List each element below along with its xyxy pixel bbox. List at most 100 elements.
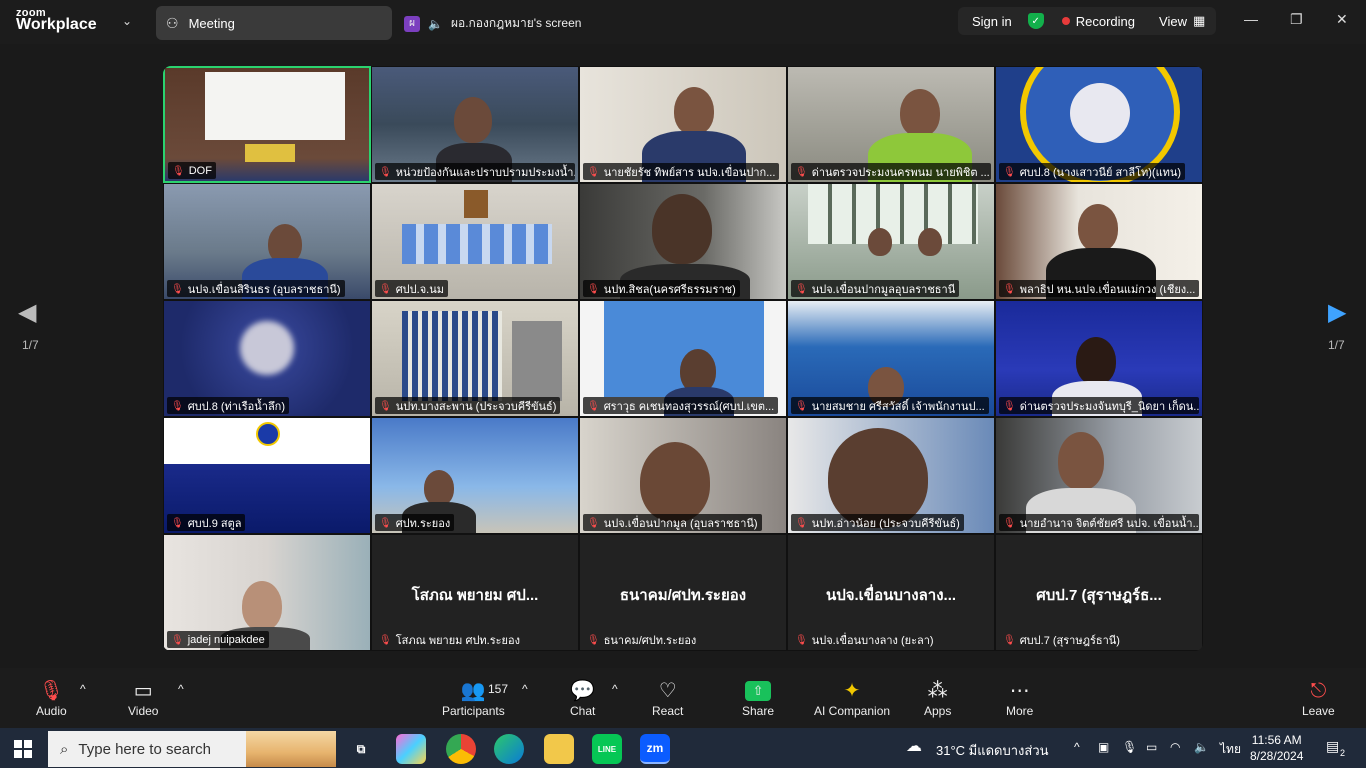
video-button[interactable]: ▭ Video [128,678,158,718]
participant-name: jadej nuipakdee [187,634,265,646]
react-label: React [652,704,684,718]
video-options-chevron-icon[interactable]: ^ [178,682,184,696]
view-button[interactable]: View ▦ [1159,13,1205,29]
task-view-icon[interactable]: ⧉ [346,734,376,764]
video-tile[interactable]: 🎙 นปจ.เขื่อนปากมูล (อุบลราชธานี) [579,417,787,534]
taskbar-search-box[interactable]: ⌕ Type here to search [48,731,336,767]
notification-icon[interactable]: ▤ [1326,738,1339,755]
participants-options-chevron-icon[interactable]: ^ [522,682,528,696]
video-tile[interactable]: 🎙 นปท.สิชล(นครศรีธรรมราช) [579,183,787,300]
participant-name: ศบป.8 (นางเสาวนีย์ สาลีโท)(แทน) [1019,167,1182,179]
taskbar-clock[interactable]: 11:56 AM 8/28/2024 [1250,732,1303,764]
video-tile[interactable]: 🎙 หน่วยป้องกันและปราบปรามประมงน้ำ... [371,66,579,183]
close-icon[interactable]: ✕ [1336,11,1348,28]
participant-name: ศบป.8 (ท่าเรือน้ำลึก) [187,401,286,413]
participants-icon: 👥 [460,680,486,702]
video-tile[interactable]: 🎙 นปจ.เขื่อนสิรินธร (อุบลราชธานี) [163,183,371,300]
recording-indicator[interactable]: Recording [1061,14,1135,29]
video-tile[interactable]: 🎙 นายสมชาย ศรีสวัสดิ์ เจ้าพนักงานป... [787,300,995,417]
meet-now-icon[interactable]: ▣ [1098,740,1109,754]
leave-button[interactable]: ⎋ Leave [1302,678,1335,718]
audio-button[interactable]: 🎙 Audio [36,678,67,718]
mic-off-icon: 🎙 [795,400,808,412]
battery-icon[interactable]: ▭ [1146,740,1157,754]
participant-display-name: นปจ.เขื่อนบางลาง... [825,587,957,604]
more-icon: ⋯ [1009,680,1030,702]
video-tile[interactable]: 🎙 ศบป.9 สตูล [163,417,371,534]
search-icon: ⌕ [60,740,69,758]
share-label: ผอ.กองกฎหมาย's screen [450,16,582,30]
minimize-icon[interactable]: — [1244,11,1258,27]
chrome-icon[interactable] [446,734,476,764]
share-button[interactable]: ⇧ Share [742,678,774,718]
video-tile[interactable]: 🎙 ศราวุธ คเชนทองสุวรรณ์(ศบป.เขต... [579,300,787,417]
next-page-icon[interactable]: ▶ [1328,298,1346,327]
video-tile[interactable]: โสภณ พยายม ศป... 🎙 โสภณ พยายม ศปท.ระยอง [371,534,579,651]
file-explorer-icon[interactable] [544,734,574,764]
chevron-down-icon[interactable]: ⌄ [122,14,132,28]
video-tile[interactable]: 🎙 นปจ.เขื่อนปากมูลอุบลราชธานี [787,183,995,300]
video-tile[interactable]: 🎙 ศบป.8 (ท่าเรือน้ำลึก) [163,300,371,417]
mic-off-icon: 🎙 [1003,400,1016,412]
react-button[interactable]: ♡ React [652,678,683,718]
shield-check-icon[interactable]: ✓ [1027,13,1044,29]
edge-icon[interactable] [494,734,524,764]
show-hidden-icons-chevron-icon[interactable]: ^ [1074,740,1080,754]
apps-button[interactable]: ⁂ Apps [924,678,951,718]
chat-options-chevron-icon[interactable]: ^ [612,682,618,696]
video-tile[interactable]: 🎙 ด่านตรวจประมงนครพนม นายพิชิต ... [787,66,995,183]
video-tile[interactable]: 🎙 ด่านตรวจประมงจันทบุรี_นิดยา เก็ดน... [995,300,1203,417]
people-icon: ⚇ [166,14,179,31]
mic-off-icon: 🎙 [587,517,600,529]
leave-door-icon: ⎋ [1310,680,1327,702]
video-tile[interactable]: 🎙 ศปท.ระยอง [371,417,579,534]
video-tile[interactable]: 🎙 นปท.บางสะพาน (ประจวบคีรีขันธ์) [371,300,579,417]
audio-options-chevron-icon[interactable]: ^ [80,682,86,696]
mic-off-icon: 🎙 [795,166,808,178]
video-tile[interactable]: 🎙 ศปป.จ.นม [371,183,579,300]
mic-off-icon: 🎙 [379,283,392,295]
video-tile[interactable]: 🎙 ศบป.8 (นางเสาวนีย์ สาลีโท)(แทน) [995,66,1203,183]
video-tile[interactable]: 🎙 jadej nuipakdee [163,534,371,651]
previous-page-icon[interactable]: ◀ [18,298,36,327]
gallery-grid: 🎙 DOF 🎙 หน่วยป้องกันและปราบปรามประมงน้ำ...… [163,66,1203,651]
page-indicator-right: 1/7 [1328,338,1345,352]
sign-in-link[interactable]: Sign in [972,14,1012,29]
weather-text[interactable]: 31°C มีแดดบางส่วน [936,740,1049,761]
participant-name-tag: 🎙 ศปท.ระยอง [375,514,455,531]
heart-icon: ♡ [658,680,677,702]
video-tile[interactable]: 🎙 พลาธิป หน.นปจ.เขื่อนแม่กวง (เชียง... [995,183,1203,300]
zoom-taskbar-icon[interactable]: zm [640,734,670,764]
screen-share-indicator[interactable]: ผ 🔈 ผอ.กองกฎหมาย's screen [404,14,581,33]
participant-name-tag: 🎙 นปจ.เขื่อนปากมูล (อุบลราชธานี) [583,514,762,531]
windows-start-icon[interactable] [14,740,32,758]
video-tile[interactable]: นปจ.เขื่อนบางลาง... 🎙 นปจ.เขื่อนบางลาง (ย… [787,534,995,651]
input-language[interactable]: ไทย [1220,740,1241,759]
participant-name: ศบป.7 (สุราษฎร์ธานี) [1019,635,1120,647]
mic-off-icon: 🎙 [379,166,392,178]
ai-companion-button[interactable]: ✦ AI Companion [814,678,890,718]
video-tile[interactable]: 🎙 นปท.อ่าวน้อย (ประจวบคีรีขันธ์) [787,417,995,534]
participant-name: นปจ.เขื่อนสิรินธร (อุบลราชธานี) [187,284,341,296]
volume-icon[interactable]: 🔈 [1194,740,1209,754]
video-tile[interactable]: 🎙 นายอำนาจ จิตต์ชัยศรี นปจ. เขื่อนน้ำ... [995,417,1203,534]
participant-name-tag: 🎙 ศปป.จ.นม [375,280,448,297]
line-app-icon[interactable]: LINE [592,734,622,764]
weather-icon[interactable]: ☁ [906,736,922,756]
video-tile[interactable]: 🎙 นายชัยรัช ทิพย์สาร นปจ.เขื่อนปาก... [579,66,787,183]
participant-name-tag: 🎙 นปจ.เขื่อนบางลาง (ยะลา) [791,631,938,648]
copilot-icon[interactable] [396,734,426,764]
participant-display-name: ศบป.7 (สุราษฎร์ธ... [1036,587,1162,604]
video-tile[interactable]: 🎙 DOF [163,66,371,183]
video-tile[interactable]: ธนาคม/ศปท.ระยอง 🎙 ธนาคม/ศปท.ระยอง [579,534,787,651]
chat-button[interactable]: 💬 Chat [570,678,595,718]
microphone-icon[interactable]: 🎙 [1122,740,1137,754]
zoom-workplace-logo[interactable]: zoom Workplace [16,7,97,33]
meeting-tab[interactable]: ⚇ Meeting [156,6,392,40]
restore-icon[interactable]: ❐ [1290,11,1303,28]
view-label: View [1159,13,1187,29]
wifi-icon[interactable]: ◠ [1170,740,1180,754]
video-tile[interactable]: ศบป.7 (สุราษฎร์ธ... 🎙 ศบป.7 (สุราษฎร์ธานี… [995,534,1203,651]
more-button[interactable]: ⋯ More [1006,678,1033,718]
mic-off-icon: 🎙 [171,283,184,295]
